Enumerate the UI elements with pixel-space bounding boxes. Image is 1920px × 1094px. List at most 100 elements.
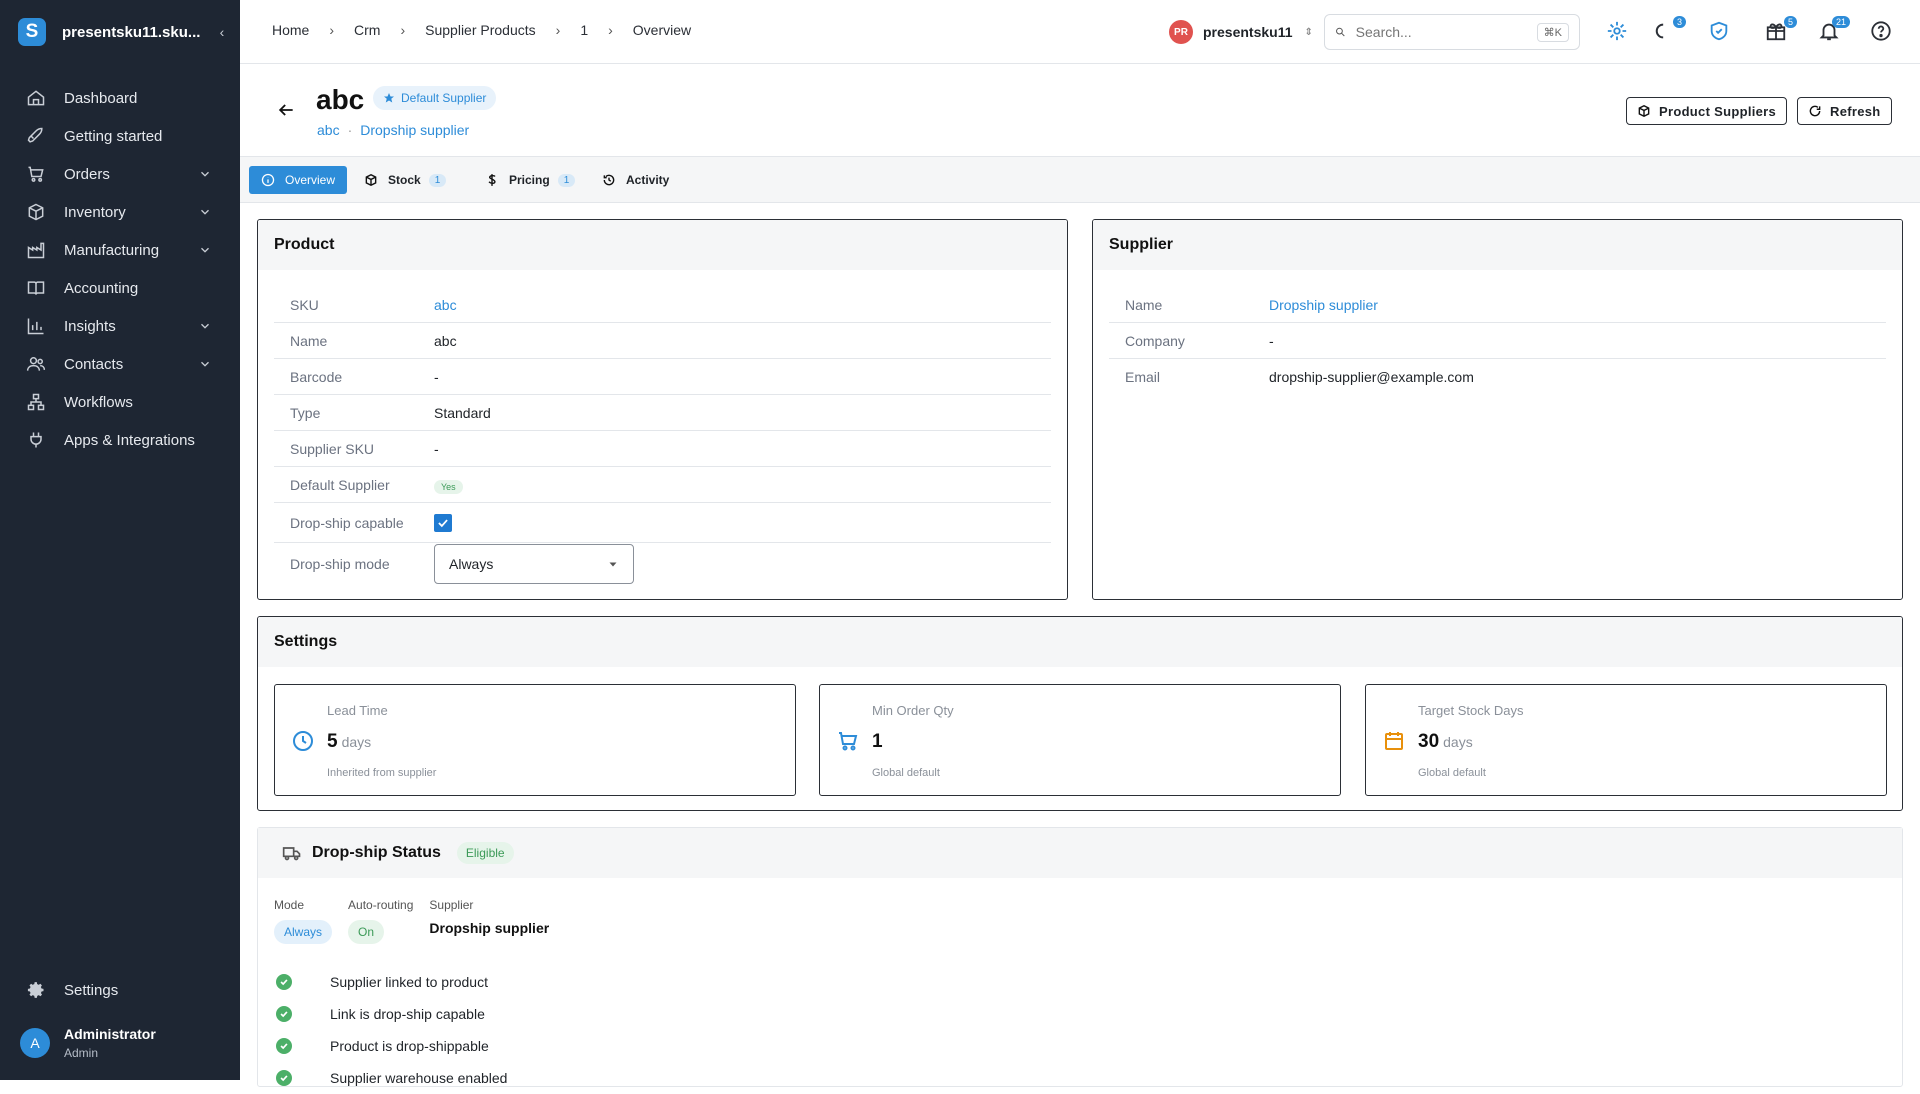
sidebar-settings: Settings: [0, 971, 240, 1009]
chevron-down-icon[interactable]: [198, 243, 212, 257]
app-logo[interactable]: S: [18, 18, 46, 46]
box-icon: [365, 173, 377, 187]
chevron-down-icon[interactable]: [198, 167, 212, 181]
search-box[interactable]: ⌘K: [1324, 14, 1580, 50]
stat-value: 5: [327, 731, 338, 752]
breadcrumb-crm[interactable]: Crm: [354, 22, 380, 38]
sidebar-item-inventory[interactable]: Inventory: [0, 193, 240, 231]
help-icon[interactable]: [1870, 20, 1894, 44]
product-suppliers-button[interactable]: Product Suppliers: [1626, 97, 1788, 125]
tab-label: Stock: [388, 173, 421, 187]
back-arrow-icon[interactable]: [276, 100, 296, 120]
gift-icon[interactable]: 5: [1765, 16, 1797, 44]
tab-activity[interactable]: Activity: [590, 166, 681, 194]
meta-label: Auto-routing: [348, 898, 414, 912]
status-badge: Eligible: [456, 842, 514, 864]
bell-icon[interactable]: 21: [1818, 16, 1850, 44]
sidebar-item-dashboard[interactable]: Dashboard: [0, 79, 240, 117]
stat-label: Target Stock Days: [1418, 703, 1524, 718]
collapse-sidebar-icon[interactable]: ‹: [214, 24, 230, 40]
stat-value-row: 30 days: [1418, 731, 1473, 753]
detail-key: Type: [290, 404, 321, 421]
shield-icon[interactable]: [1708, 20, 1732, 44]
detail-key: Supplier SKU: [290, 440, 375, 457]
breadcrumb-home[interactable]: Home: [272, 22, 309, 38]
account-switcher[interactable]: PR presentsku11 ⇕: [1169, 20, 1313, 44]
card-title: Supplier: [1093, 220, 1902, 270]
dropship-mode-select[interactable]: Always: [434, 544, 634, 584]
check-label: Supplier warehouse enabled: [330, 1070, 508, 1086]
tab-stock[interactable]: Stock 1: [352, 166, 458, 194]
chevron-updown-icon: ⇕: [1304, 26, 1313, 38]
breadcrumb-record[interactable]: 1: [580, 22, 588, 38]
tab-pricing[interactable]: Pricing 1: [473, 166, 587, 194]
detail-value: -: [434, 440, 439, 457]
meta-label: Supplier: [429, 898, 474, 912]
user-name: Administrator: [64, 1026, 156, 1042]
sidebar-item-label: Getting started: [64, 127, 163, 145]
product-link[interactable]: abc: [317, 122, 340, 138]
refresh-label: Refresh: [1830, 103, 1881, 119]
detail-key: Drop-ship capable: [290, 514, 404, 531]
routing-badge: On: [348, 920, 385, 944]
breadcrumb-supplier-products[interactable]: Supplier Products: [425, 22, 536, 38]
detail-row-type: Type Standard: [274, 395, 1051, 431]
chevron-down-icon[interactable]: [198, 357, 212, 371]
sidebar-item-getting-started[interactable]: Getting started: [0, 117, 240, 155]
mode-badge: Always: [274, 920, 333, 944]
current-user[interactable]: A Administrator Admin: [20, 1026, 156, 1060]
header-links: abc · Dropship supplier: [317, 122, 469, 138]
sidebar-item-workflows[interactable]: Workflows: [0, 383, 240, 421]
sidebar-item-label: Manufacturing: [64, 241, 160, 259]
stat-source: Global default: [872, 767, 940, 779]
chevron-down-icon[interactable]: [198, 319, 212, 333]
sidebar-item-accounting[interactable]: Accounting: [0, 269, 240, 307]
tab-overview[interactable]: Overview: [249, 166, 348, 194]
detail-row-supplier-sku: Supplier SKU -: [274, 431, 1051, 467]
lead-time-stat: Lead Time 5 days Inherited from supplier: [274, 684, 796, 796]
sidebar-item-apps-integrations[interactable]: Apps & Integrations: [0, 421, 240, 459]
check-circle-icon: [276, 1006, 292, 1022]
auto-routing-col: Auto-routing On: [348, 898, 413, 944]
detail-row-barcode: Barcode -: [274, 359, 1051, 395]
detail-value: dropship-supplier@example.com: [1269, 369, 1474, 385]
breadcrumb: Home › Crm › Supplier Products › 1 › Ove…: [272, 22, 691, 38]
detail-row-default-supplier: Default Supplier Yes: [274, 467, 1051, 503]
clock-icon: [293, 731, 313, 751]
dropship-capable-checkbox[interactable]: [434, 513, 452, 532]
supplier-name-link[interactable]: Dropship supplier: [1269, 297, 1378, 313]
sidebar-item-contacts[interactable]: Contacts: [0, 345, 240, 383]
tab-count: 1: [557, 173, 576, 187]
sidebar-item-orders[interactable]: Orders: [0, 155, 240, 193]
supplier-link[interactable]: Dropship supplier: [360, 122, 469, 138]
ai-sparkle-icon[interactable]: [1606, 20, 1630, 44]
dollar-icon: [488, 174, 496, 186]
detail-row-company: Company -: [1109, 323, 1886, 359]
stat-value-row: 1: [872, 731, 883, 753]
loading-icon[interactable]: 3: [1654, 16, 1686, 44]
sidebar-item-label: Insights: [64, 317, 116, 335]
notifications-badge: 21: [1831, 16, 1850, 28]
sku-link[interactable]: abc: [434, 297, 457, 313]
sidebar-item-manufacturing[interactable]: Manufacturing: [0, 231, 240, 269]
sidebar-item-settings[interactable]: Settings: [0, 971, 240, 1009]
list-item: Supplier warehouse enabled: [276, 1062, 507, 1094]
tab-label: Pricing: [509, 173, 550, 187]
stat-label: Lead Time: [327, 703, 388, 718]
search-input[interactable]: [1355, 24, 1537, 40]
sidebar-item-label: Dashboard: [64, 89, 138, 107]
sidebar-item-label: Contacts: [64, 355, 124, 373]
org-name[interactable]: presentsku11.sku...: [62, 24, 214, 41]
workflow-icon: [27, 393, 45, 411]
product-suppliers-label: Product Suppliers: [1659, 103, 1777, 119]
stat-source: Inherited from supplier: [327, 767, 437, 779]
avatar: PR: [1169, 20, 1193, 44]
chevron-down-icon[interactable]: [198, 205, 212, 219]
sidebar-item-insights[interactable]: Insights: [0, 307, 240, 345]
book-icon: [27, 281, 45, 295]
detail-row-supplier-name: Name Dropship supplier: [1109, 287, 1886, 323]
check-label: Product is drop-shippable: [330, 1038, 489, 1054]
refresh-button[interactable]: Refresh: [1797, 97, 1892, 125]
card-title: Drop-ship Status: [312, 844, 441, 861]
check-label: Supplier linked to product: [330, 974, 488, 990]
